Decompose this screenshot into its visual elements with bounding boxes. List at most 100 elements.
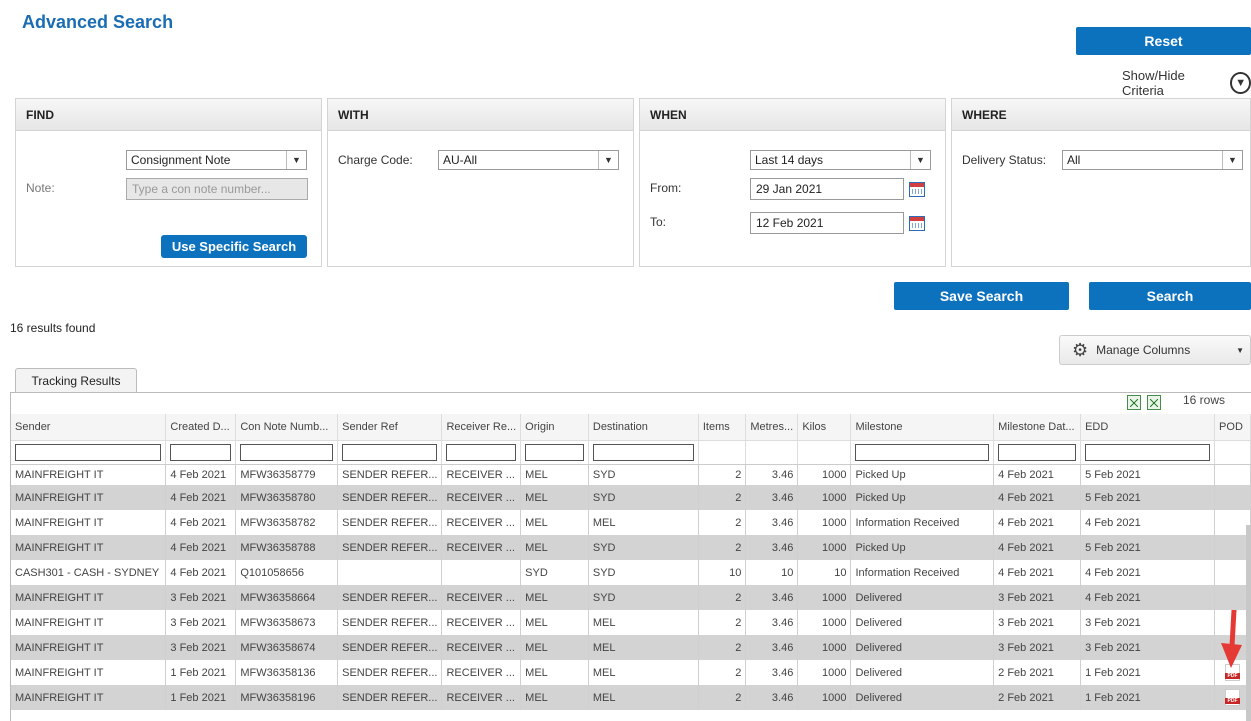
table-row[interactable]: MAINFREIGHT IT 1 Feb 2021 MFW36358136 SENDE…: [11, 660, 1251, 685]
excel-export-icon[interactable]: [1127, 395, 1141, 410]
column-header[interactable]: Origin: [520, 414, 589, 441]
column-filter-input[interactable]: [170, 443, 232, 461]
with-panel: WITH Charge Code: AU-All ▼: [327, 98, 634, 267]
gear-icon: ⚙: [1072, 340, 1089, 360]
column-header[interactable]: POD: [1214, 414, 1251, 441]
table-row[interactable]: MAINFREIGHT IT 1 Feb 2021 MFW36358196 SENDE…: [11, 685, 1251, 710]
table-cell: MFW36358674: [235, 635, 339, 660]
table-cell: 2: [698, 685, 747, 710]
table-row[interactable]: MAINFREIGHT IT 4 Feb 2021 MFW36358779 SENDE…: [11, 464, 1251, 485]
table-row[interactable]: MAINFREIGHT IT 4 Feb 2021 MFW36358782 SENDE…: [11, 510, 1251, 535]
table-cell: 3.46: [745, 610, 799, 635]
column-filter-input[interactable]: [15, 443, 162, 461]
excel-export-all-icon[interactable]: [1147, 395, 1161, 410]
table-cell: 1000: [797, 585, 852, 610]
column-filter-input[interactable]: [525, 443, 584, 461]
table-cell: 1 Feb 2021: [165, 660, 237, 685]
grid-scrollbar[interactable]: [1246, 525, 1251, 721]
table-cell: RECEIVER ...: [441, 535, 522, 560]
to-label: To:: [650, 215, 667, 229]
delivery-status-select[interactable]: All ▼: [1062, 150, 1243, 170]
table-cell: 4 Feb 2021: [165, 485, 237, 510]
table-cell: MAINFREIGHT IT: [11, 464, 167, 485]
filter-cell: [165, 440, 237, 465]
table-cell: MEL: [520, 685, 589, 710]
column-header[interactable]: Kilos: [797, 414, 852, 441]
table-cell: RECEIVER ...: [441, 510, 522, 535]
column-filter-input[interactable]: [446, 443, 517, 461]
table-cell: SYD: [588, 485, 699, 510]
table-cell: MAINFREIGHT IT: [11, 610, 167, 635]
use-specific-search-button[interactable]: Use Specific Search: [161, 235, 307, 258]
date-range-select[interactable]: Last 14 days ▼: [750, 150, 931, 170]
table-row[interactable]: MAINFREIGHT IT 3 Feb 2021 MFW36358674 SENDE…: [11, 635, 1251, 660]
table-cell: 4 Feb 2021: [993, 560, 1082, 585]
pdf-icon[interactable]: [1225, 689, 1241, 706]
column-filter-input[interactable]: [1085, 443, 1211, 461]
table-cell: MEL: [520, 485, 589, 510]
table-row[interactable]: MAINFREIGHT IT 4 Feb 2021 MFW36358788 SENDE…: [11, 535, 1251, 560]
column-filter-input[interactable]: [240, 443, 334, 461]
table-row[interactable]: MAINFREIGHT IT 3 Feb 2021 MFW36358664 SENDE…: [11, 585, 1251, 610]
table-cell: MEL: [520, 660, 589, 685]
table-cell: 4 Feb 2021: [1080, 510, 1216, 535]
from-label: From:: [650, 181, 682, 195]
manage-columns-button[interactable]: ⚙ Manage Columns ▼: [1059, 335, 1251, 365]
filter-cell: [588, 440, 699, 465]
to-date-input[interactable]: 12 Feb 2021: [750, 212, 904, 234]
column-header[interactable]: Metres...: [745, 414, 799, 441]
column-filter-input[interactable]: [855, 443, 990, 461]
table-cell: MEL: [520, 535, 589, 560]
table-cell: 4 Feb 2021: [165, 535, 237, 560]
charge-code-select[interactable]: AU-All ▼: [438, 150, 619, 170]
chevron-down-circle-icon[interactable]: ▼: [1230, 72, 1251, 94]
table-cell: [441, 560, 522, 585]
table-cell: 4 Feb 2021: [165, 560, 237, 585]
search-button[interactable]: Search: [1089, 282, 1251, 310]
column-header[interactable]: Receiver Re...: [441, 414, 522, 441]
reset-button[interactable]: Reset: [1076, 27, 1251, 55]
column-header[interactable]: Milestone Dat...: [993, 414, 1082, 441]
column-filter-input[interactable]: [998, 443, 1077, 461]
table-cell: 3.46: [745, 585, 799, 610]
manage-columns-label: Manage Columns: [1096, 343, 1191, 357]
table-row[interactable]: CASH301 - CASH - SYDNEY 4 Feb 2021 Q101058…: [11, 560, 1251, 585]
calendar-icon[interactable]: [909, 182, 925, 197]
column-header[interactable]: Created D...: [165, 414, 237, 441]
table-row[interactable]: MAINFREIGHT IT 4 Feb 2021 MFW36358780 SENDE…: [11, 485, 1251, 510]
table-cell: 2 Feb 2021: [993, 685, 1082, 710]
column-header[interactable]: EDD: [1080, 414, 1216, 441]
table-cell: Information Received: [850, 510, 995, 535]
table-cell: MAINFREIGHT IT: [11, 510, 167, 535]
column-header[interactable]: Destination: [588, 414, 699, 441]
column-header[interactable]: Items: [698, 414, 747, 441]
column-header[interactable]: Con Note Numb...: [235, 414, 339, 441]
filter-row: [11, 440, 1251, 465]
con-note-input[interactable]: Type a con note number...: [126, 178, 308, 200]
table-cell: 2: [698, 635, 747, 660]
table-cell: SENDER REFER...: [337, 635, 443, 660]
date-range-value: Last 14 days: [755, 153, 824, 167]
table-cell: SENDER REFER...: [337, 464, 443, 485]
from-date-input[interactable]: 29 Jan 2021: [750, 178, 904, 200]
table-cell: MFW36358782: [235, 510, 339, 535]
delivery-status-value: All: [1067, 153, 1081, 167]
table-cell: MFW36358136: [235, 660, 339, 685]
column-filter-input[interactable]: [342, 443, 438, 461]
column-filter-input[interactable]: [592, 443, 694, 461]
table-cell: SYD: [588, 585, 699, 610]
column-header[interactable]: Sender Ref: [337, 414, 443, 441]
table-row[interactable]: MAINFREIGHT IT 3 Feb 2021 MFW36358673 SENDE…: [11, 610, 1251, 635]
column-header[interactable]: Milestone: [850, 414, 995, 441]
table-cell: SENDER REFER...: [337, 610, 443, 635]
tab-tracking-results[interactable]: Tracking Results: [15, 368, 137, 393]
table-cell: SENDER REFER...: [337, 485, 443, 510]
table-cell: MEL: [520, 635, 589, 660]
filter-cell: [235, 440, 339, 465]
column-header[interactable]: Sender: [11, 414, 167, 441]
show-hide-criteria-toggle[interactable]: Show/Hide Criteria ▼: [1122, 68, 1251, 98]
find-type-select[interactable]: Consignment Note ▼: [126, 150, 307, 170]
table-cell: 3.46: [745, 660, 799, 685]
save-search-button[interactable]: Save Search: [894, 282, 1069, 310]
calendar-icon[interactable]: [909, 216, 925, 231]
